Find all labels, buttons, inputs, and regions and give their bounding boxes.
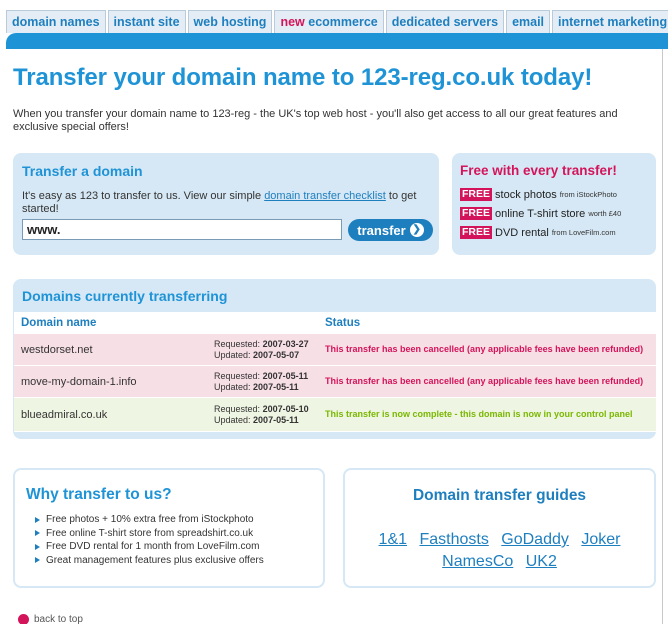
free-offers-title: Free with every transfer! (460, 163, 617, 178)
free-offer-source: from iStockPhoto (559, 190, 617, 199)
why-transfer-title: Why transfer to us? (26, 486, 172, 503)
table-row: blueadmiral.co.uk Requested: 2007-05-10 … (14, 398, 656, 432)
free-offer-item: FREE stock photos from iStockPhoto (460, 188, 617, 201)
arrow-right-icon: ❯ (409, 223, 424, 237)
domain-name-cell: move-my-domain-1.info (21, 375, 137, 388)
domains-table: Domain name Status westdorset.net Reques… (14, 312, 656, 432)
guide-link-1and1[interactable]: 1&1 (379, 531, 407, 548)
free-offer-item: FREE online T-shirt store worth £40 (460, 207, 621, 220)
bullet-arrow-icon (35, 543, 40, 550)
dates-cell: Requested: 2007-03-27 Updated: 2007-05-0… (214, 339, 325, 361)
guide-link-godaddy[interactable]: GoDaddy (501, 531, 569, 548)
tab-ecommerce-label: ecommerce (308, 15, 378, 29)
updated-date: 2007-05-07 (253, 349, 300, 360)
guide-link-namesco[interactable]: NamesCo (442, 553, 513, 570)
status-cell: This transfer is now complete - this dom… (325, 409, 633, 419)
back-to-top-label: back to top (34, 614, 83, 624)
new-badge: new (280, 15, 305, 29)
updated-label: Updated: (214, 349, 251, 360)
why-transfer-box: Why transfer to us? Free photos + 10% ex… (13, 468, 325, 588)
guide-link-fasthosts[interactable]: Fasthosts (419, 531, 488, 548)
dates-cell: Requested: 2007-05-11 Updated: 2007-05-1… (214, 371, 325, 393)
list-item-text: Free photos + 10% extra free from iStock… (46, 514, 254, 525)
domains-transferring-title: Domains currently transferring (22, 288, 228, 304)
free-offers-panel: Free with every transfer! FREE stock pho… (452, 153, 656, 255)
list-item: Great management features plus exclusive… (35, 554, 264, 568)
nav-underbar (6, 33, 668, 49)
tab-dedicated-servers[interactable]: dedicated servers (385, 10, 505, 33)
table-row: move-my-domain-1.info Requested: 2007-05… (14, 366, 656, 398)
status-cell: This transfer has been cancelled (any ap… (325, 376, 644, 386)
requested-label: Requested: (214, 338, 261, 349)
free-offer-text: online T-shirt store (495, 207, 586, 220)
domain-input[interactable] (22, 219, 342, 240)
guide-link-joker[interactable]: Joker (581, 531, 620, 548)
tab-ecommerce[interactable]: new ecommerce (274, 10, 384, 33)
table-header: Domain name Status (14, 312, 656, 334)
transfer-button-label: transfer (357, 222, 406, 238)
updated-date: 2007-05-11 (253, 414, 299, 425)
free-offer-source: worth £40 (588, 209, 622, 218)
free-offer-text: stock photos (495, 188, 557, 201)
column-header-domain: Domain name (21, 317, 97, 329)
tab-web-hosting[interactable]: web hosting (187, 10, 273, 33)
domain-name-cell: westdorset.net (21, 343, 93, 356)
dates-cell: Requested: 2007-05-10 Updated: 2007-05-1… (214, 404, 325, 426)
guide-links: 1&1 Fasthosts GoDaddy Joker NamesCo UK2 (355, 529, 644, 573)
transfer-checklist-link[interactable]: domain transfer checklist (264, 190, 386, 202)
free-badge: FREE (460, 188, 493, 201)
transfer-panel: Transfer a domain It's easy as 123 to tr… (13, 153, 439, 255)
status-cell: This transfer has been cancelled (any ap… (325, 344, 644, 354)
list-item-text: Great management features plus exclusive… (46, 554, 264, 566)
column-header-status: Status (325, 317, 361, 329)
requested-date: 2007-05-10 (262, 403, 309, 414)
requested-label: Requested: (214, 403, 261, 414)
tab-domain-names[interactable]: domain names (6, 10, 106, 33)
list-item-text: Free DVD rental for 1 month from LoveFil… (46, 541, 260, 552)
list-item: Free DVD rental for 1 month from LoveFil… (35, 540, 264, 554)
free-offer-item: FREE DVD rental from LoveFilm.com (460, 226, 616, 239)
transfer-description: It's easy as 123 to transfer to us. View… (22, 190, 432, 216)
tab-instant-site[interactable]: instant site (107, 10, 186, 33)
list-item-text: Free online T-shirt store from spreadshi… (46, 527, 254, 539)
transfer-guides-title: Domain transfer guides (412, 487, 587, 504)
intro-text: When you transfer your domain name to 12… (13, 108, 618, 133)
requested-date: 2007-03-27 (262, 338, 309, 349)
list-item: Free online T-shirt store from spreadshi… (35, 527, 264, 541)
updated-label: Updated: (214, 381, 251, 392)
domain-name-cell: blueadmiral.co.uk (21, 408, 108, 421)
free-badge: FREE (460, 207, 493, 220)
bullet-arrow-icon (35, 557, 40, 564)
table-row: westdorset.net Requested: 2007-03-27 Upd… (14, 334, 656, 366)
tab-internet-marketing[interactable]: internet marketing (552, 10, 668, 33)
free-offer-source: from LoveFilm.com (551, 228, 616, 237)
requested-label: Requested: (214, 370, 261, 381)
requested-date: 2007-05-11 (262, 370, 309, 381)
page-title: Transfer your domain name to 123-reg.co.… (13, 64, 593, 91)
up-arrow-icon (18, 614, 29, 624)
transfer-title: Transfer a domain (22, 163, 143, 179)
tab-email[interactable]: email (506, 10, 551, 33)
main-nav: domain names instant site web hosting ne… (6, 10, 668, 33)
transfer-guides-box: Domain transfer guides 1&1 Fasthosts GoD… (343, 468, 656, 588)
why-transfer-list: Free photos + 10% extra free from iStock… (35, 513, 264, 567)
updated-label: Updated: (214, 414, 251, 425)
transfer-button[interactable]: transfer ❯ (348, 219, 433, 241)
updated-date: 2007-05-11 (253, 381, 299, 392)
list-item: Free photos + 10% extra free from iStock… (35, 513, 264, 527)
bullet-arrow-icon (35, 530, 40, 537)
guide-link-uk2[interactable]: UK2 (526, 553, 557, 570)
back-to-top-link[interactable]: back to top (18, 614, 83, 624)
bullet-arrow-icon (35, 516, 40, 523)
free-badge: FREE (460, 226, 493, 239)
transfer-text-before: It's easy as 123 to transfer to us. View… (22, 190, 265, 202)
free-offer-text: DVD rental (495, 226, 549, 239)
content-right-border (662, 49, 663, 624)
